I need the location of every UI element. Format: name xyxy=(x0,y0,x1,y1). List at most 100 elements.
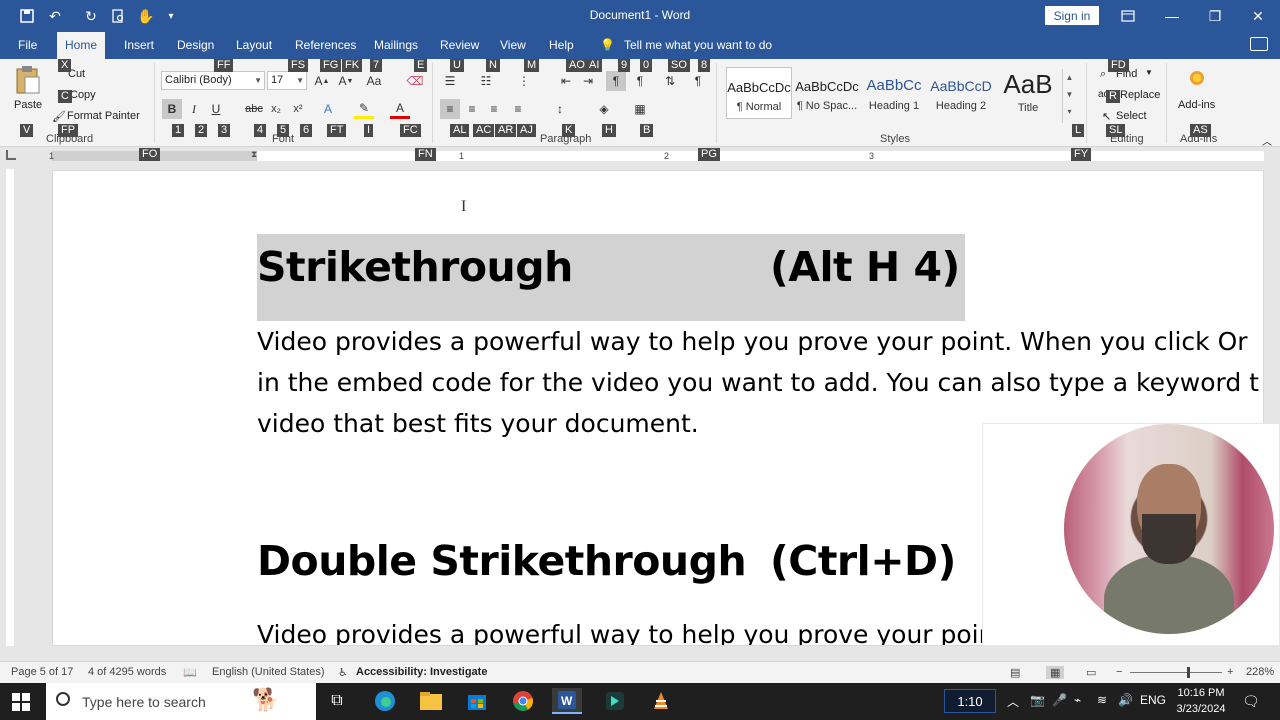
tab-layout[interactable]: Layout xyxy=(228,32,280,59)
usb-icon[interactable]: ⌁ xyxy=(1074,693,1081,707)
accessibility-status[interactable]: Accessibility: Investigate xyxy=(356,666,487,678)
zoom-out-icon[interactable]: − xyxy=(1116,666,1122,678)
multilevel-list-icon[interactable]: ⋮ xyxy=(514,71,534,91)
justify-icon[interactable]: ≡ xyxy=(508,99,528,119)
screen-recorder-icon[interactable] xyxy=(600,688,630,714)
heading-double-strikethrough[interactable]: Double Strikethrough xyxy=(257,537,747,585)
select-button[interactable]: Select xyxy=(1116,110,1147,122)
microsoft-store-icon[interactable] xyxy=(462,688,492,714)
vertical-ruler[interactable] xyxy=(0,165,18,646)
decrease-indent-icon[interactable]: ⇤ xyxy=(556,71,576,91)
tab-home[interactable]: Home xyxy=(57,32,106,59)
paste-button[interactable]: Paste xyxy=(14,99,42,111)
comments-icon[interactable] xyxy=(1250,37,1268,51)
grow-font-icon[interactable]: A ▲ xyxy=(312,71,332,91)
highlight-color-icon[interactable]: ✎ xyxy=(354,99,374,119)
edge-icon[interactable] xyxy=(370,688,400,714)
page-count[interactable]: Page 5 of 17 xyxy=(11,666,73,678)
strikethrough-button[interactable]: abc xyxy=(244,99,264,119)
tab-design[interactable]: Design xyxy=(169,32,222,59)
tell-me-search[interactable]: 💡 Tell me what you want to do xyxy=(600,32,772,59)
tab-mailings[interactable]: Mailings xyxy=(366,32,426,59)
tab-insert[interactable]: Insert xyxy=(116,32,162,59)
tab-file[interactable]: File xyxy=(10,32,45,59)
shrink-font-icon[interactable]: A ▼ xyxy=(336,71,356,91)
chrome-icon[interactable] xyxy=(508,688,538,714)
add-ins-button[interactable]: Add-ins xyxy=(1178,99,1215,111)
font-name-combo[interactable]: Calibri (Body) ▼ xyxy=(161,71,265,90)
format-painter-button[interactable]: Format Painter xyxy=(67,110,140,122)
font-color-icon[interactable]: A xyxy=(390,99,410,119)
paragraph-line[interactable]: in the embed code for the video you want… xyxy=(257,362,1259,403)
language-status[interactable]: English (United States) xyxy=(212,666,325,678)
show-formatting-icon[interactable]: ¶ xyxy=(688,71,708,91)
borders-icon[interactable]: ▦ xyxy=(630,99,650,119)
tab-review[interactable]: Review xyxy=(432,32,487,59)
heading-strikethrough[interactable]: Strikethrough xyxy=(257,243,573,291)
paragraph-line[interactable]: video that best fits your document. xyxy=(257,403,699,444)
style-heading-2[interactable]: AaBbCcD Heading 2 xyxy=(928,67,994,119)
proofing-icon[interactable]: 📖 xyxy=(183,666,197,679)
heading-shortcut-ctrl-d[interactable]: (Ctrl+D) xyxy=(770,537,956,585)
taskbar-search-box[interactable]: Type here to search 🐕 xyxy=(46,683,316,720)
camera-tray-icon[interactable]: 📷 xyxy=(1030,693,1045,707)
style-heading-1[interactable]: AaBbCc Heading 1 xyxy=(861,67,927,119)
zoom-in-icon[interactable]: + xyxy=(1227,666,1233,678)
italic-button[interactable]: I xyxy=(184,99,204,119)
paste-icon[interactable] xyxy=(14,65,42,95)
collapse-ribbon-icon[interactable]: ︿ xyxy=(1262,133,1272,148)
shading-icon[interactable]: ◈ xyxy=(594,99,614,119)
style-no-spacing[interactable]: AaBbCcDc ¶ No Spac... xyxy=(794,67,860,119)
read-mode-icon[interactable]: ▤ xyxy=(1010,666,1020,679)
recording-timer[interactable]: 1:10 xyxy=(944,689,996,713)
ribbon-display-options-icon[interactable] xyxy=(1106,0,1150,32)
change-case-icon[interactable]: Aa xyxy=(364,71,384,91)
text-effects-icon[interactable]: A xyxy=(318,99,338,119)
replace-button[interactable]: Replace xyxy=(1120,89,1160,101)
bold-button[interactable]: B xyxy=(162,99,182,119)
chevron-up-icon[interactable]: ︿ xyxy=(1007,693,1019,710)
format-painter-icon[interactable]: 🖌 xyxy=(52,110,66,123)
close-button[interactable]: ✕ xyxy=(1236,0,1280,32)
tab-view[interactable]: View xyxy=(492,32,534,59)
wifi-icon[interactable]: ≋ xyxy=(1097,693,1107,707)
notifications-icon[interactable]: 🗨 xyxy=(1242,693,1260,710)
center-icon[interactable]: ≡ xyxy=(462,99,482,119)
indent-marker-icon[interactable]: ⧗ xyxy=(251,149,257,160)
vlc-icon[interactable] xyxy=(646,688,676,714)
tab-help[interactable]: Help xyxy=(541,32,582,59)
font-size-combo[interactable]: 17 ▼ xyxy=(267,71,307,90)
language-indicator[interactable]: ENG xyxy=(1140,693,1166,707)
add-ins-icon[interactable] xyxy=(1190,71,1204,85)
copy-button[interactable]: Copy xyxy=(70,89,96,101)
zoom-slider-thumb[interactable] xyxy=(1187,667,1190,678)
tab-references[interactable]: References xyxy=(287,32,364,59)
align-right-icon[interactable]: ≡ xyxy=(484,99,504,119)
subscript-button[interactable]: x₂ xyxy=(266,99,286,119)
line-spacing-icon[interactable]: ↕ xyxy=(550,99,570,119)
zoom-slider[interactable] xyxy=(1130,672,1222,673)
superscript-button[interactable]: x² xyxy=(288,99,308,119)
word-taskbar-icon[interactable]: W xyxy=(552,688,582,714)
underline-button[interactable]: U xyxy=(206,99,226,119)
sort-icon[interactable]: ⇅ xyxy=(660,71,680,91)
microphone-icon[interactable]: 🎤 xyxy=(1052,693,1067,707)
restore-button[interactable]: ❐ xyxy=(1193,0,1237,32)
web-layout-icon[interactable]: ▭ xyxy=(1086,666,1096,679)
system-clock[interactable]: 10:16 PM 3/23/2024 xyxy=(1166,685,1236,717)
windows-start-icon[interactable] xyxy=(12,693,30,711)
task-view-icon[interactable]: ⧉ xyxy=(322,688,352,714)
minimize-button[interactable]: — xyxy=(1150,0,1194,32)
print-layout-icon[interactable]: ▦ xyxy=(1046,666,1065,679)
volume-icon[interactable]: 🔊 xyxy=(1118,693,1133,707)
clear-formatting-icon[interactable]: ⌫ xyxy=(405,71,425,91)
ltr-icon[interactable]: ¶ xyxy=(606,71,626,91)
bullets-icon[interactable]: ☰ xyxy=(440,71,460,91)
style-normal[interactable]: AaBbCcDc ¶ Normal xyxy=(726,67,792,119)
tab-selector-icon[interactable] xyxy=(6,150,16,160)
zoom-level[interactable]: 228% xyxy=(1246,666,1274,678)
sign-in-button[interactable]: Sign in xyxy=(1045,6,1099,25)
rtl-icon[interactable]: ¶ xyxy=(630,71,650,91)
file-explorer-icon[interactable] xyxy=(416,688,446,714)
styles-gallery-scroll[interactable]: ▲ ▼ ▾ xyxy=(1062,69,1076,123)
